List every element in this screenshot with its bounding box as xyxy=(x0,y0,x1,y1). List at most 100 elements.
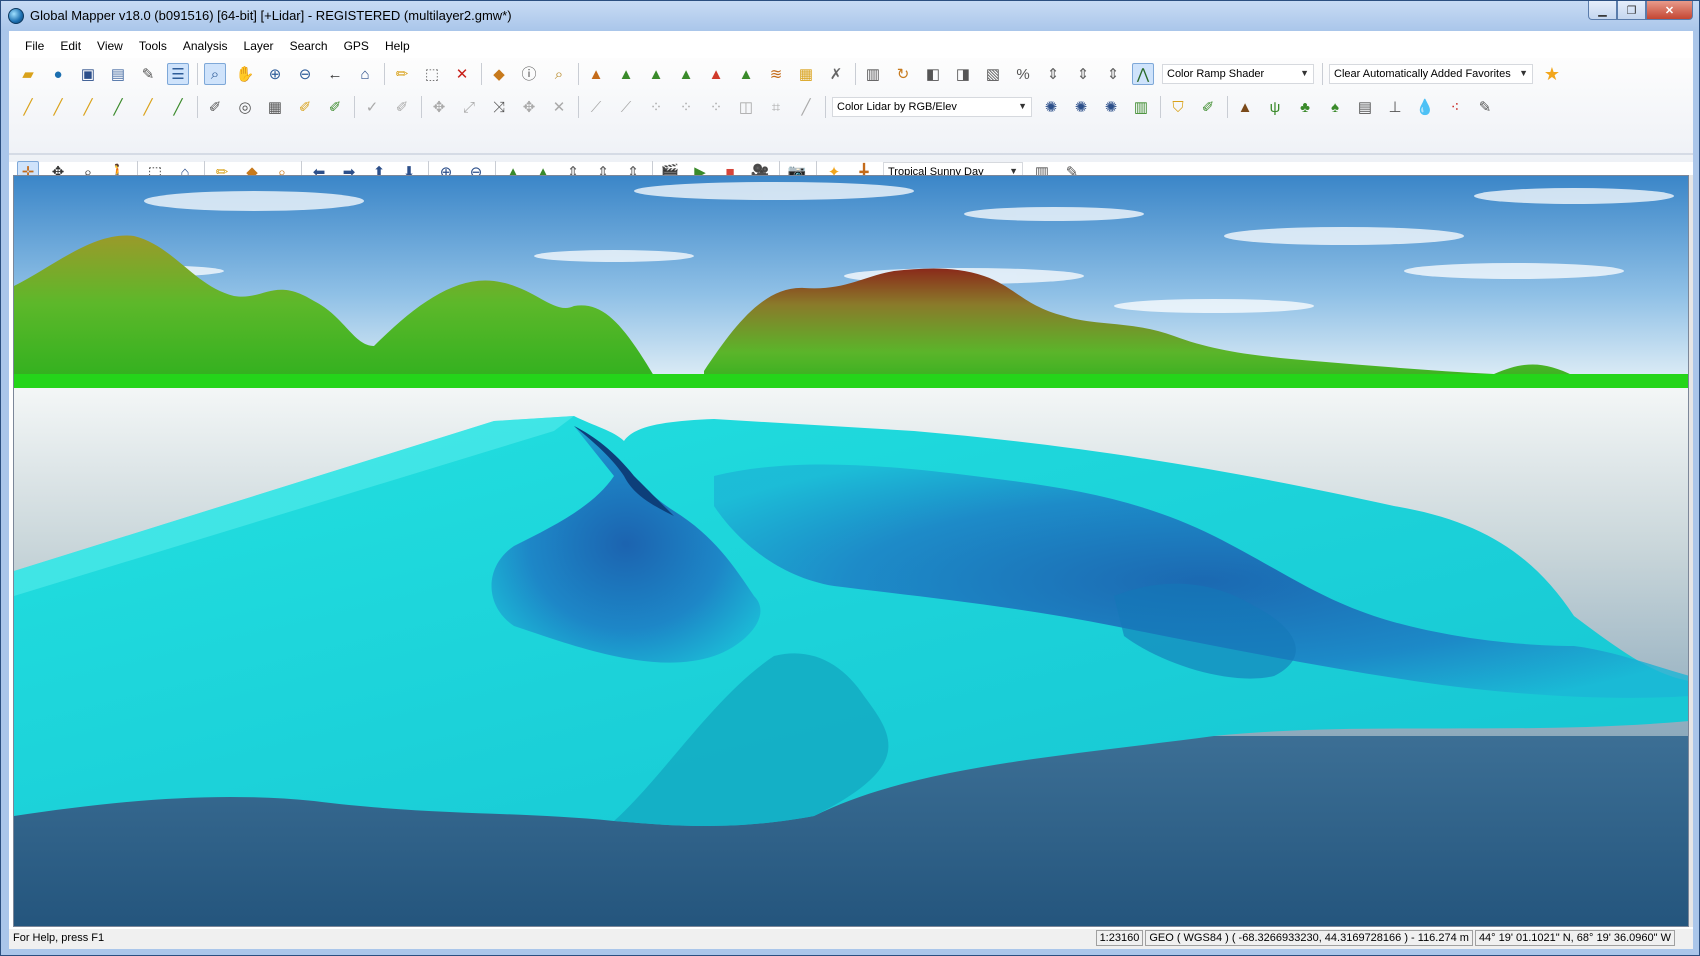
path-4-icon[interactable]: ⁘ xyxy=(675,96,697,118)
terrain-1-icon[interactable]: ▲ xyxy=(585,63,607,85)
mountain-icon[interactable]: ▲ xyxy=(1234,96,1256,118)
contour-icon[interactable]: ≋ xyxy=(765,63,787,85)
3d-scene xyxy=(14,176,1688,926)
rotate-icon[interactable]: ↻ xyxy=(892,63,914,85)
menu-file[interactable]: File xyxy=(17,37,52,55)
menu-view[interactable]: View xyxy=(89,37,131,55)
search-icon[interactable]: ⌕ xyxy=(548,63,570,85)
menu-analysis[interactable]: Analysis xyxy=(175,37,236,55)
raster-icon[interactable]: ▦ xyxy=(795,63,817,85)
minimize-button[interactable]: ▁ xyxy=(1588,1,1617,20)
ruler-icon[interactable]: ╱ xyxy=(795,96,817,118)
edit-1-icon[interactable]: ✐ xyxy=(204,96,226,118)
points-icon[interactable]: ⁖ xyxy=(1444,96,1466,118)
gear-3-icon[interactable]: ✺ xyxy=(1100,96,1122,118)
home-icon[interactable]: ⌂ xyxy=(354,63,376,85)
wrench-icon[interactable]: ✎ xyxy=(137,63,159,85)
zoom-in-icon[interactable]: ⊕ xyxy=(264,63,286,85)
measure-icon[interactable]: ◆ xyxy=(488,63,510,85)
menu-edit[interactable]: Edit xyxy=(52,37,89,55)
zoom-out-icon[interactable]: ⊖ xyxy=(294,63,316,85)
lidar-color-dropdown[interactable]: Color Lidar by RGB/Elev ▼ xyxy=(832,97,1032,117)
path-1-icon[interactable]: ⟋ xyxy=(585,96,607,118)
menu-help[interactable]: Help xyxy=(377,37,418,55)
move-4-icon[interactable]: ✥ xyxy=(518,96,540,118)
tree-icon[interactable]: ♠ xyxy=(1324,96,1346,118)
line-2-icon[interactable]: ╱ xyxy=(47,96,69,118)
terrain-5-icon[interactable]: ▲ xyxy=(705,63,727,85)
edit-4-icon[interactable]: ✐ xyxy=(391,96,413,118)
brush-icon[interactable]: ✎ xyxy=(1474,96,1496,118)
edit-3-icon[interactable]: ✐ xyxy=(324,96,346,118)
line-1-icon[interactable]: ╱ xyxy=(17,96,39,118)
water-icon[interactable]: 💧 xyxy=(1414,96,1436,118)
line-3-icon[interactable]: ╱ xyxy=(77,96,99,118)
chart-icon[interactable]: ▥ xyxy=(1130,96,1152,118)
check-icon[interactable]: ✓ xyxy=(361,96,383,118)
percent-icon[interactable]: % xyxy=(1012,63,1034,85)
menu-gps[interactable]: GPS xyxy=(336,37,377,55)
status-cells: 1:23160 GEO ( WGS84 ) ( -68.3266933230, … xyxy=(1094,930,1675,946)
building-icon[interactable]: ▤ xyxy=(1354,96,1376,118)
edit-2-icon[interactable]: ✐ xyxy=(294,96,316,118)
menu-tools[interactable]: Tools xyxy=(131,37,175,55)
save-icon[interactable]: ▣ xyxy=(77,63,99,85)
tools-x-icon[interactable]: ✗ xyxy=(825,63,847,85)
layers-icon[interactable]: ☰ xyxy=(167,63,189,85)
elev2-icon[interactable]: ⇕ xyxy=(1072,63,1094,85)
delete-icon[interactable]: ✕ xyxy=(451,63,473,85)
print-icon[interactable]: ▤ xyxy=(107,63,129,85)
close-button[interactable]: ✕ xyxy=(1646,1,1693,20)
line-6-icon[interactable]: ╱ xyxy=(167,96,189,118)
move-2-icon[interactable]: ⤢ xyxy=(458,96,480,118)
elev3-icon[interactable]: ⇕ xyxy=(1102,63,1124,85)
split-icon[interactable]: ◧ xyxy=(922,63,944,85)
powerline-icon[interactable]: ⊥ xyxy=(1384,96,1406,118)
digitizer-icon[interactable]: ✏ xyxy=(391,63,413,85)
path-2-icon[interactable]: ⟋ xyxy=(615,96,637,118)
layout-icon[interactable]: ▥ xyxy=(862,63,884,85)
shrub-icon[interactable]: ♣ xyxy=(1294,96,1316,118)
title-bar[interactable]: Global Mapper v18.0 (b091516) [64-bit] [… xyxy=(1,1,1699,31)
line-4-icon[interactable]: ╱ xyxy=(107,96,129,118)
path-6-icon[interactable]: ◫ xyxy=(735,96,757,118)
terrain-4-icon[interactable]: ▲ xyxy=(675,63,697,85)
terrain-3-icon[interactable]: ▲ xyxy=(645,63,667,85)
star-icon[interactable]: ★ xyxy=(1541,63,1563,85)
3d-icon[interactable]: ▧ xyxy=(982,63,1004,85)
favorites-dropdown[interactable]: Clear Automatically Added Favorites ▼ xyxy=(1329,64,1533,84)
3d-map-view[interactable] xyxy=(13,175,1689,927)
filter-icon[interactable]: ⛉ xyxy=(1167,96,1189,118)
open-folder-icon[interactable]: ▰ xyxy=(17,63,39,85)
shader-active-icon[interactable]: ⋀ xyxy=(1132,63,1154,85)
maximize-button[interactable]: ❐ xyxy=(1617,1,1646,20)
terrain-2-icon[interactable]: ▲ xyxy=(615,63,637,85)
vertical-scrollbar[interactable] xyxy=(1689,175,1693,927)
view3d-icon[interactable]: ◨ xyxy=(952,63,974,85)
info-icon[interactable]: ⓘ xyxy=(518,63,540,85)
move-5-icon[interactable]: ✕ xyxy=(548,96,570,118)
target-icon[interactable]: ◎ xyxy=(234,96,256,118)
menu-search[interactable]: Search xyxy=(282,37,336,55)
move-1-icon[interactable]: ✥ xyxy=(428,96,450,118)
elev-icon[interactable]: ⇕ xyxy=(1042,63,1064,85)
favorites-dropdown-value: Clear Automatically Added Favorites xyxy=(1334,68,1511,80)
path-5-icon[interactable]: ⁘ xyxy=(705,96,727,118)
line-5-icon[interactable]: ╱ xyxy=(137,96,159,118)
gear-1-icon[interactable]: ✺ xyxy=(1040,96,1062,118)
globe-icon[interactable]: ● xyxy=(47,63,69,85)
grass-icon[interactable]: ψ xyxy=(1264,96,1286,118)
menu-layer[interactable]: Layer xyxy=(236,37,282,55)
select-box-icon[interactable]: ⬚ xyxy=(421,63,443,85)
crop-icon[interactable]: ⌗ xyxy=(765,96,787,118)
terrain-6-icon[interactable]: ▲ xyxy=(735,63,757,85)
path-3-icon[interactable]: ⁘ xyxy=(645,96,667,118)
edit-5-icon[interactable]: ✐ xyxy=(1197,96,1219,118)
move-3-icon[interactable]: ⤨ xyxy=(488,96,510,118)
back-icon[interactable]: ← xyxy=(324,63,346,85)
shader-dropdown[interactable]: Color Ramp Shader ▼ xyxy=(1162,64,1314,84)
zoom-box-icon[interactable]: ⌕ xyxy=(204,63,226,85)
grid-icon[interactable]: ▦ xyxy=(264,96,286,118)
gear-2-icon[interactable]: ✺ xyxy=(1070,96,1092,118)
pan-hand-icon[interactable]: ✋ xyxy=(234,63,256,85)
